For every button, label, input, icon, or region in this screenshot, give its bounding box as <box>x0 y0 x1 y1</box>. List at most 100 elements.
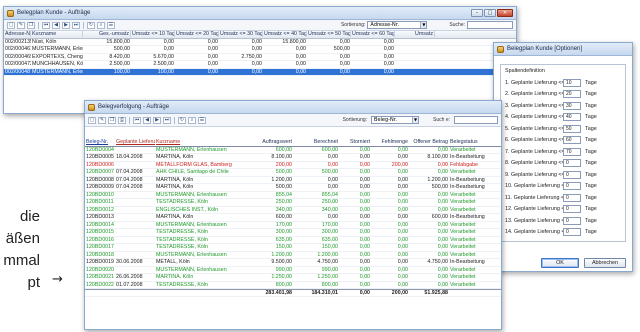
days-input[interactable]: 60 <box>563 136 581 145</box>
table-cell: 300,00 <box>321 229 338 236</box>
table-row[interactable]: 120BD0011 TESTADRESSE, Köln 250,00 250,00 0,… <box>85 199 501 207</box>
maximize-button[interactable]: □ <box>484 9 496 17</box>
copy-icon[interactable]: ❐ <box>108 116 116 124</box>
close-button[interactable]: ✕ <box>497 9 513 17</box>
table-row[interactable]: 002/000472 MÜNCHHAUSEN, Köln 2.500,00 2.500… <box>4 61 516 69</box>
edit-icon[interactable]: ✎ <box>98 116 106 124</box>
options-icon[interactable]: ☰ <box>198 116 206 124</box>
refresh-icon[interactable]: ↻ <box>87 21 95 29</box>
column-header[interactable]: Umsatz <= 10 Tage <box>131 31 175 38</box>
first-record-icon[interactable]: ⏮ <box>133 116 141 124</box>
table-row[interactable]: 120BD0004 MUSTERMANN, Erlenhausen 600,00 60… <box>85 147 501 154</box>
column-header[interactable]: Umsatz <= 50 Tage <box>307 31 351 38</box>
table-row[interactable]: 120BD0017 TESTADRESSE, Köln 150,00 150,00 0,… <box>85 244 501 252</box>
column-header[interactable]: Kurzname <box>31 31 83 38</box>
options-dialog-titlebar[interactable]: Belegplan Kunde [Optionen] <box>494 43 632 56</box>
search-icon[interactable]: ⌕ <box>188 116 196 124</box>
table-cell: 07.04.2008 <box>116 176 143 183</box>
column-header[interactable]: Umsatz <= 20 Tage <box>175 31 219 38</box>
table-row[interactable]: 120BD0012 ENGLISCHES INST., Köln 340,00 340… <box>85 207 501 214</box>
next-record-icon[interactable]: ▶ <box>153 116 161 124</box>
next-record-icon[interactable]: ▶ <box>62 21 70 29</box>
search-input[interactable] <box>467 21 513 29</box>
unit-label: Tage <box>585 194 597 201</box>
table-cell: 635,00 <box>275 236 292 243</box>
days-input[interactable]: 0 <box>563 159 581 168</box>
table-row[interactable]: 120BD0020 MUSTERMANN, Erlenhausen 990,00 99… <box>85 267 501 274</box>
table-cell: 120BD0006 <box>86 161 114 168</box>
minimize-button[interactable]: – <box>471 9 483 17</box>
table-row[interactable]: 120BD0019 30.06.2008 METALL, Köln 9.500,00 4… <box>85 259 501 267</box>
sort-dropdown[interactable]: Beleg-Nr. ▼ <box>371 116 420 124</box>
table-row[interactable]: 120BD0005 18.04.2008 MARTINA, Köln 8.100,00… <box>85 154 501 162</box>
column-header[interactable]: Beleg-Nr. <box>85 139 115 145</box>
column-definition-title: Spaltendefinition <box>505 68 545 74</box>
table-row[interactable]: 120BD0015 TESTADRESSE, Köln 300,00 300,00 0,… <box>85 229 501 237</box>
column-header[interactable]: Umsatz <box>395 31 435 38</box>
column-header[interactable]: Storniert <box>339 139 371 145</box>
table-row[interactable]: 002/002135 Nüst, Köln 15.800,00 0,00 0,00 0,0… <box>4 38 516 46</box>
table-row[interactable]: 120BD0013 MARTINA, Köln 600,00 0,00 0,00 0,00… <box>85 214 501 222</box>
table-row[interactable]: 120BD0009 07.04.2008 MARTINA, Köln 500,00 0,… <box>85 184 501 192</box>
search-input[interactable] <box>454 116 498 124</box>
new-document-icon[interactable]: ▢ <box>88 116 96 124</box>
column-header[interactable]: Auftragswert <box>243 139 293 145</box>
days-input[interactable]: 0 <box>563 193 581 202</box>
table-row[interactable]: 120BD0008 07.04.2008 MARTINA, Köln 1.200,00… <box>85 176 501 184</box>
days-input[interactable]: 30 <box>563 101 581 110</box>
previous-record-icon[interactable]: ◀ <box>52 21 60 29</box>
column-header[interactable]: Ges.-umsatz <box>83 31 131 38</box>
last-record-icon[interactable]: ⏭ <box>72 21 80 29</box>
cancel-button[interactable]: Abbrechen <box>584 258 626 268</box>
days-input[interactable]: 0 <box>563 170 581 179</box>
column-header[interactable]: Umsatz <= 30 Tage <box>219 31 263 38</box>
days-input[interactable]: 50 <box>563 124 581 133</box>
options-icon[interactable]: ☰ <box>107 21 115 29</box>
days-input[interactable]: 10 <box>563 78 581 87</box>
days-input[interactable]: 40 <box>563 113 581 122</box>
edit-icon[interactable]: ✎ <box>17 21 25 29</box>
table-row[interactable]: 120BD0006 METALLFORM GLAS, Bamberg 200,00 0… <box>85 161 501 169</box>
table-row[interactable]: 120BD0021 26.06.2008 MARTINA, Köln 1.250,00… <box>85 274 501 282</box>
column-header[interactable]: Fehlmenge <box>371 139 409 145</box>
totals-row: 283.401,98 184.310,01 0,00 200,00 51.925,88 <box>85 289 501 297</box>
column-definition-row: 9. Geplante Lieferung <= 0 Tage <box>505 169 621 181</box>
table-row[interactable]: 002/000461MUSTERMANN, Erlenhausen 500,00 0… <box>4 46 516 54</box>
print-icon[interactable]: ⎙ <box>118 116 126 124</box>
ok-button[interactable]: OK <box>541 258 579 268</box>
column-header[interactable]: Umsatz <= 60 Tage <box>351 31 395 38</box>
new-document-icon[interactable]: ▢ <box>7 21 15 29</box>
days-input[interactable]: 0 <box>563 182 581 191</box>
column-header[interactable]: Adresse-Nr. <box>4 31 31 38</box>
days-input[interactable]: 0 <box>563 216 581 225</box>
table-row[interactable]: 002/000487MUSTERMANN, Erlenhausen 100,00 1… <box>4 68 516 76</box>
days-input[interactable]: 70 <box>563 147 581 156</box>
table-row[interactable]: 120BD0007 07.04.2008 AHK CHILE, Santiago d… <box>85 169 501 177</box>
column-header[interactable]: Offener Betrag <box>409 139 449 145</box>
window-belegverfolgung-titlebar[interactable]: Belegverfolgung - Aufträge <box>85 101 501 114</box>
table-row[interactable]: 120BD0018 MUSTERMANN, Erlenhausen 1.200,00… <box>85 252 501 259</box>
previous-record-icon[interactable]: ◀ <box>143 116 151 124</box>
sort-dropdown[interactable]: Adresse-Nr. ▼ <box>367 21 428 29</box>
days-input[interactable]: 0 <box>563 228 581 237</box>
days-input[interactable]: 0 <box>563 205 581 214</box>
column-header[interactable]: Kurzname <box>155 139 243 145</box>
refresh-icon[interactable]: ↻ <box>178 116 186 124</box>
table-cell: Nüst, Köln <box>32 38 57 45</box>
bg-text-1: die <box>19 208 40 225</box>
search-icon[interactable]: ⌕ <box>97 21 105 29</box>
copy-icon[interactable]: ❐ <box>27 21 35 29</box>
last-record-icon[interactable]: ⏭ <box>163 116 171 124</box>
days-input[interactable]: 20 <box>563 90 581 99</box>
window-belegplan-titlebar[interactable]: Belegplan Kunde - Aufträge – □ ✕ <box>4 7 516 20</box>
table-row[interactable]: 120BD0010 MUSTERMANN, Erlenhausen 855,04 85… <box>85 192 501 199</box>
table-row[interactable]: 120BD0014 MUSTERMANN, Erlenhausen 170,00 17… <box>85 222 501 229</box>
column-header[interactable]: Umsatz <= 40 Tage <box>263 31 307 38</box>
column-header[interactable]: Berechnet <box>293 139 339 145</box>
table-row[interactable]: 120BD0022 01.07.2008 TESTADRESSE, Köln 800,… <box>85 282 501 289</box>
column-header[interactable]: Geplante Lieferung <box>115 139 155 145</box>
column-header[interactable]: Belegstatus <box>449 139 495 145</box>
table-row[interactable]: 002/000469EXPORTEXS, Chengdu 8.420,00 5.67… <box>4 54 516 61</box>
table-row[interactable]: 120BD0016 TESTADRESSE, Köln 635,00 635,00 0,… <box>85 236 501 244</box>
first-record-icon[interactable]: ⏮ <box>42 21 50 29</box>
